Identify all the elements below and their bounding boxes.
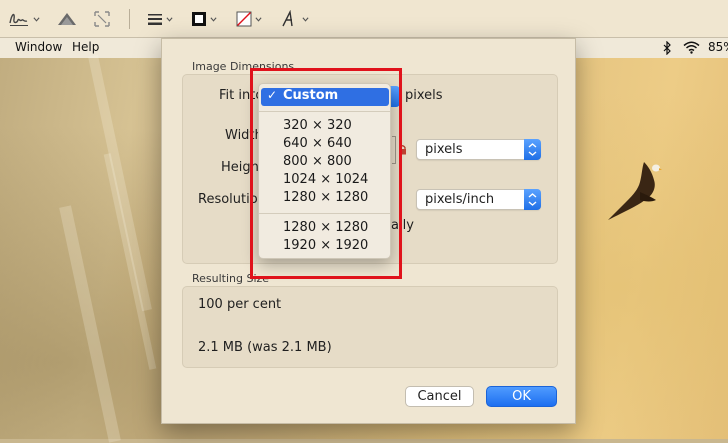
wallpaper-streak: [59, 205, 121, 443]
chevron-down-icon: [302, 16, 309, 22]
battery-percentage[interactable]: 85%: [708, 40, 728, 54]
updown-chevron-icon: [528, 143, 537, 156]
wallpaper-streak: [103, 153, 157, 370]
chevron-down-icon: [33, 16, 40, 22]
adjust-color-button[interactable]: [56, 8, 78, 30]
menu-window[interactable]: Window: [15, 40, 62, 54]
cancel-button[interactable]: Cancel: [405, 386, 474, 407]
size-unit-value: pixels: [425, 142, 463, 157]
size-unit-select[interactable]: pixels: [416, 139, 541, 160]
eagle-image: [608, 162, 662, 220]
crop-icon: [94, 11, 110, 27]
wallpaper-streak: [88, 54, 152, 312]
markup-toolbar: [0, 0, 728, 38]
border-color-icon: [192, 12, 206, 26]
ok-button[interactable]: OK: [486, 386, 557, 407]
wifi-icon[interactable]: [683, 41, 700, 54]
text-style-button[interactable]: [281, 8, 309, 30]
percent-text: 100 per cent: [198, 297, 282, 312]
menu-help[interactable]: Help: [72, 40, 99, 54]
toolbar-separator: [129, 9, 130, 29]
border-color-button[interactable]: [191, 8, 217, 30]
resolution-unit-value: pixels/inch: [425, 192, 495, 207]
stepper-arrows: [524, 189, 541, 210]
crop-button[interactable]: [93, 8, 111, 30]
chevron-down-icon: [210, 16, 217, 22]
shape-style-button[interactable]: [147, 8, 173, 30]
red-highlight-annotation: [250, 68, 402, 279]
fill-color-icon: [236, 11, 252, 27]
adjust-color-icon: [58, 13, 76, 25]
text-style-icon: [282, 10, 293, 27]
sign-icon: [9, 13, 28, 26]
stepper-arrows: [524, 139, 541, 160]
chevron-down-icon: [166, 16, 173, 22]
file-size-text: 2.1 MB (was 2.1 MB): [198, 340, 332, 355]
updown-chevron-icon: [528, 193, 537, 206]
sign-tool-button[interactable]: [8, 8, 40, 30]
fill-color-button[interactable]: [236, 8, 262, 30]
chevron-down-icon: [255, 16, 262, 22]
fit-into-unit: pixels: [405, 88, 443, 103]
shape-style-icon: [148, 14, 162, 25]
bluetooth-icon[interactable]: [662, 41, 672, 55]
resolution-unit-select[interactable]: pixels/inch: [416, 189, 541, 210]
